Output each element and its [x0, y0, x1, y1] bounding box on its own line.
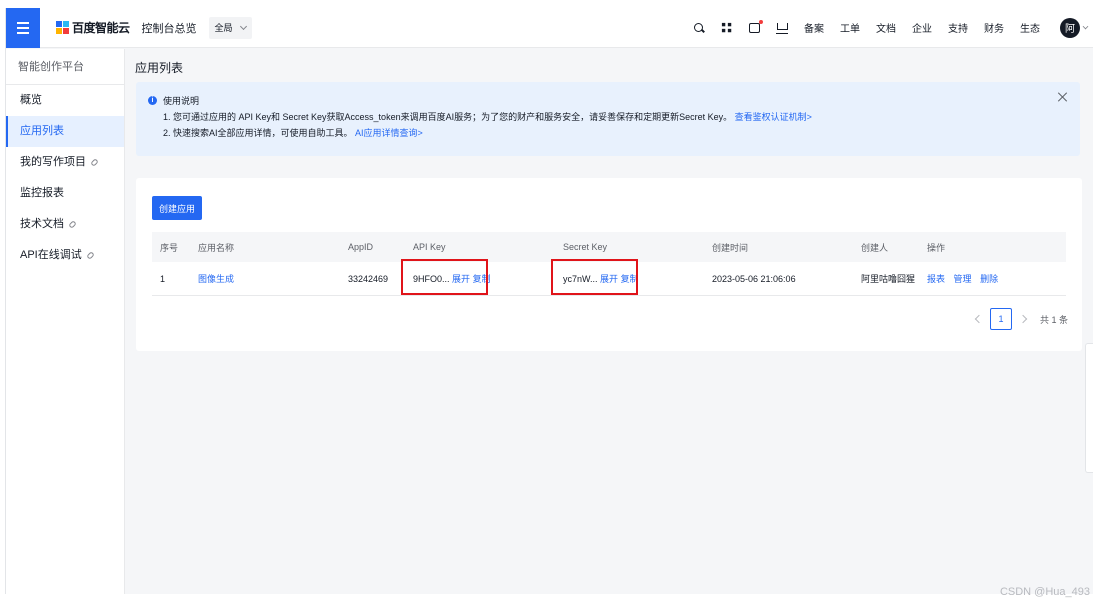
app-query-link[interactable]: AI应用详情查询> [355, 128, 423, 138]
notice-header: i 使用说明 [148, 94, 1068, 107]
page-title: 应用列表 [135, 61, 184, 75]
chevron-left-icon[interactable] [974, 314, 984, 324]
watermark: CSDN @Hua_493 [999, 586, 1090, 598]
header-appid: AppID [348, 242, 374, 252]
notice-line-1: 1. 您可通过应用的 API Key和 Secret Key获取Access_t… [163, 111, 1068, 123]
sidebar-item-monitor-report[interactable]: 监控报表 [6, 178, 124, 209]
usage-notice: i 使用说明 1. 您可通过应用的 API Key和 Secret Key获取A… [136, 82, 1080, 156]
cart-icon[interactable] [776, 22, 788, 34]
cell-ops: 报表 管理 删除 [927, 272, 1066, 285]
cell-created: 2023-05-06 21:06:06 [712, 273, 796, 284]
logo[interactable]: 百度智能云 [56, 19, 130, 36]
report-link[interactable]: 报表 [927, 274, 945, 284]
create-app-button[interactable]: 创建应用 [152, 196, 202, 220]
external-link-icon [90, 158, 99, 167]
nav-finance[interactable]: 财务 [984, 20, 1004, 35]
auth-doc-link[interactable]: 查看鉴权认证机制> [735, 112, 812, 122]
info-icon: i [148, 96, 157, 105]
app-list-card: 创建应用 序号 应用名称 AppID API Key Secret Key 创建… [136, 178, 1082, 351]
sidebar-item-app-list[interactable]: 应用列表 [6, 116, 124, 147]
top-bar: 百度智能云 控制台总览 全局 备案 工单 文档 企业 支持 财务 生态 阿 [6, 8, 1093, 48]
header-name: 应用名称 [198, 242, 235, 253]
total-count: 共 1 条 [1039, 314, 1068, 325]
baidu-cloud-logo-icon [56, 21, 69, 34]
secret-key-highlight-box [551, 259, 638, 295]
sidebar-item-overview[interactable]: 概览 [6, 85, 124, 116]
sidebar-item-label: API在线调试 [20, 249, 82, 261]
header-api-key: API Key [413, 242, 446, 252]
scope-value: 全局 [214, 23, 233, 33]
avatar[interactable]: 阿 [1060, 17, 1080, 38]
api-key-highlight-box [401, 259, 488, 295]
header-index: 序号 [160, 242, 179, 253]
table-header: 序号 应用名称 AppID API Key Secret Key 创建时间 创建… [152, 232, 1066, 262]
sidebar-item-writing-projects[interactable]: 我的写作项目 [6, 147, 124, 178]
notice-title: 使用说明 [163, 96, 200, 106]
console-home-link[interactable]: 控制台总览 [142, 20, 197, 36]
sidebar-item-label: 概览 [20, 94, 42, 106]
notice-text-1: 1. 您可通过应用的 API Key和 Secret Key获取Access_t… [163, 112, 733, 122]
sidebar-title: 智能创作平台 [6, 49, 124, 85]
manage-link[interactable]: 管理 [954, 274, 972, 284]
sidebar-item-tech-docs[interactable]: 技术文档 [6, 209, 124, 240]
top-right-nav: 备案 工单 文档 企业 支持 财务 生态 阿 [685, 8, 1093, 48]
nav-ecosystem[interactable]: 生态 [1020, 20, 1040, 35]
pagination: 1 共 1 条 [968, 308, 1068, 330]
message-icon[interactable] [749, 19, 763, 33]
external-link-icon [68, 220, 77, 229]
delete-link[interactable]: 删除 [980, 274, 998, 284]
header-creator: 创建人 [861, 242, 889, 253]
notice-text-2: 2. 快速搜索AI全部应用详情，可使用自助工具。 [163, 128, 353, 138]
app-table: 序号 应用名称 AppID API Key Secret Key 创建时间 创建… [152, 232, 1066, 296]
sidebar-item-api-debug[interactable]: API在线调试 [6, 240, 124, 271]
sidebar-item-label: 技术文档 [20, 218, 64, 230]
nav-docs[interactable]: 文档 [876, 20, 896, 35]
external-link-icon [85, 251, 95, 260]
sidebar-item-label: 监控报表 [20, 187, 64, 199]
nav-ticket[interactable]: 工单 [840, 20, 860, 35]
close-icon[interactable] [1058, 92, 1068, 102]
header-created: 创建时间 [712, 242, 749, 253]
header-ops: 操作 [927, 242, 946, 253]
grid-icon[interactable] [721, 22, 733, 33]
page-number[interactable]: 1 [989, 308, 1012, 330]
search-icon[interactable] [693, 22, 705, 34]
sidebar: 智能创作平台 概览 应用列表 我的写作项目 监控报表 技术文档 API在线调试 [6, 49, 125, 594]
floating-toolbar[interactable] [1085, 343, 1093, 473]
chevron-down-icon[interactable] [1082, 23, 1089, 29]
cell-creator: 阿里咕噜囧猩 [861, 274, 916, 284]
chevron-right-icon[interactable] [1018, 314, 1028, 324]
app-name-link[interactable]: 图像生成 [198, 274, 234, 284]
logo-text: 百度智能云 [72, 21, 130, 35]
notice-line-2: 2. 快速搜索AI全部应用详情，可使用自助工具。 AI应用详情查询> [163, 127, 1068, 139]
app-frame: 百度智能云 控制台总览 全局 备案 工单 文档 企业 支持 财务 生态 阿 智能… [5, 8, 1093, 594]
region-scope-select[interactable]: 全局 [208, 16, 252, 39]
main-content: 应用列表 i 使用说明 1. 您可通过应用的 API Key和 Secret K… [126, 49, 1093, 594]
sidebar-item-label: 应用列表 [20, 125, 64, 137]
sidebar-item-label: 我的写作项目 [20, 156, 86, 168]
nav-enterprise[interactable]: 企业 [912, 20, 932, 35]
nav-beian[interactable]: 备案 [804, 20, 824, 35]
header-secret-key: Secret Key [563, 242, 608, 252]
table-row: 1 图像生成 33242469 9HFO0... 展开 复制 yc7nW... … [152, 259, 1066, 296]
cell-index: 1 [160, 273, 166, 284]
chevron-down-icon [239, 22, 247, 30]
nav-support[interactable]: 支持 [948, 20, 968, 35]
menu-icon[interactable] [6, 8, 40, 48]
